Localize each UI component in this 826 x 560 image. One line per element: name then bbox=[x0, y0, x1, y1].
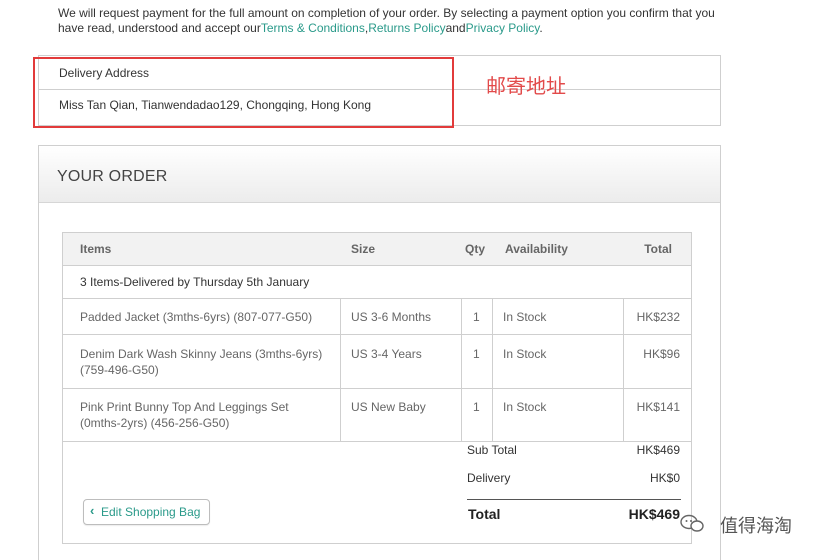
row-total: HK$141 bbox=[636, 400, 680, 414]
row-availability: In Stock bbox=[503, 310, 547, 324]
row-qty: 1 bbox=[473, 400, 480, 414]
chevron-left-icon: ‹ bbox=[90, 503, 95, 518]
returns-policy-link[interactable]: Returns Policy bbox=[368, 21, 445, 35]
row-qty: 1 bbox=[473, 310, 480, 324]
column-header-items: Items bbox=[80, 242, 112, 256]
column-divider bbox=[623, 298, 624, 441]
your-order-title: YOUR ORDER bbox=[57, 168, 168, 185]
row-total: HK$232 bbox=[636, 310, 680, 324]
table-header-row: Items Size Qty Availability Total bbox=[63, 233, 691, 266]
row-qty: 1 bbox=[473, 347, 480, 361]
chat-bubble-icon bbox=[680, 514, 704, 532]
delivery-cost-value: HK$0 bbox=[649, 471, 680, 485]
summary-divider bbox=[467, 499, 681, 500]
row-availability: In Stock bbox=[503, 347, 547, 361]
annotation-highlight-frame bbox=[33, 57, 454, 128]
row-item-name: Padded Jacket (3mths-6yrs) (807-077-G50) bbox=[80, 310, 313, 324]
edit-shopping-bag-label: Edit Shopping Bag bbox=[101, 505, 201, 519]
your-order-header: YOUR ORDER bbox=[39, 146, 720, 203]
row-item-name: Denim Dark Wash Skinny Jeans (3mths-6yrs… bbox=[80, 347, 323, 361]
column-header-size: Size bbox=[351, 242, 376, 256]
watermark-text: 值得海淘 bbox=[720, 516, 792, 537]
row-availability: In Stock bbox=[503, 400, 547, 414]
subtotal-value: HK$469 bbox=[636, 443, 680, 457]
privacy-policy-link[interactable]: Privacy Policy bbox=[466, 21, 540, 35]
row-divider bbox=[63, 388, 691, 389]
row-item-name: Pink Print Bunny Top And Leggings Set bbox=[80, 400, 289, 414]
row-divider bbox=[63, 298, 691, 299]
column-divider bbox=[492, 298, 493, 441]
subtotal-label: Sub Total bbox=[467, 443, 517, 457]
column-divider bbox=[461, 298, 462, 441]
row-item-code: (0mths-2yrs) (456-256-G50) bbox=[80, 416, 230, 430]
column-header-availability: Availability bbox=[505, 242, 568, 256]
delivery-cost-label: Delivery bbox=[467, 471, 511, 485]
row-divider bbox=[63, 441, 691, 442]
order-total-label: Total bbox=[468, 506, 501, 522]
order-total-value: HK$469 bbox=[628, 506, 680, 522]
order-items-table: Items Size Qty Availability Total 3 Item… bbox=[62, 232, 692, 544]
column-header-total: Total bbox=[644, 242, 672, 256]
row-size: US New Baby bbox=[351, 400, 426, 414]
delivery-date-note: 3 Items-Delivered by Thursday 5th Januar… bbox=[80, 275, 310, 289]
edit-shopping-bag-button[interactable]: ‹ Edit Shopping Bag bbox=[83, 499, 210, 525]
row-total: HK$96 bbox=[643, 347, 680, 361]
column-divider bbox=[340, 298, 341, 441]
terms-link[interactable]: Terms & Conditions bbox=[261, 21, 365, 35]
column-header-qty: Qty bbox=[465, 242, 486, 256]
row-item-code: (759-496-G50) bbox=[80, 363, 159, 377]
row-divider bbox=[63, 334, 691, 335]
notice-end: . bbox=[539, 21, 543, 35]
notice-and: and bbox=[445, 21, 466, 35]
payment-notice: We will request payment for the full amo… bbox=[58, 6, 718, 36]
row-size: US 3-6 Months bbox=[351, 310, 432, 324]
row-size: US 3-4 Years bbox=[351, 347, 422, 361]
annotation-text: 邮寄地址 bbox=[486, 74, 566, 98]
